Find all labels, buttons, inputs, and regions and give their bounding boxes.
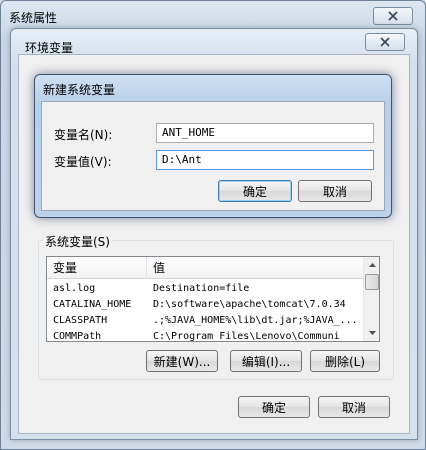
scroll-down-arrow-icon: [368, 331, 376, 335]
new-variable-button[interactable]: 新建(W)...: [146, 350, 218, 372]
dialog-ok-button[interactable]: 确定: [218, 180, 292, 202]
row-value: D:\software\apache\tomcat\7.0.34: [153, 299, 346, 310]
table-row[interactable]: CLASSPATH .;%JAVA_HOME%\lib\dt.jar;%JAVA…: [47, 313, 363, 329]
dialog-cancel-button[interactable]: 取消: [298, 180, 372, 202]
column-header-variable[interactable]: 变量: [47, 257, 147, 279]
variable-name-label: 变量名(N):: [54, 128, 113, 142]
scroll-down-button[interactable]: [364, 325, 379, 341]
cancel-button[interactable]: 取消: [318, 396, 390, 418]
close-icon: [388, 11, 398, 21]
table-row[interactable]: CATALINA_HOME D:\software\apache\tomcat\…: [47, 297, 363, 313]
table-row[interactable]: COMMPath C:\Program Files\Lenovo\Communi: [47, 329, 363, 342]
row-value: Destination=file: [153, 283, 250, 294]
list-header: 变量 值: [47, 257, 363, 279]
row-variable: CLASSPATH: [53, 315, 108, 326]
variable-name-input[interactable]: ANT_HOME: [156, 123, 374, 143]
system-variables-group-title: 系统变量(S): [43, 233, 112, 250]
table-row[interactable]: asl.log Destination=file: [47, 281, 363, 297]
row-value: .;%JAVA_HOME%\lib\dt.jar;%JAVA_...: [153, 315, 358, 326]
window-title: 系统属性: [9, 11, 58, 25]
close-button[interactable]: [365, 33, 405, 51]
ok-button[interactable]: 确定: [238, 396, 310, 418]
dialog-title: 新建系统变量: [43, 83, 116, 97]
row-variable: asl.log: [53, 283, 96, 294]
column-header-value[interactable]: 值: [147, 257, 363, 279]
variable-value-label: 变量值(V):: [54, 155, 112, 169]
delete-variable-button[interactable]: 删除(L): [310, 350, 380, 372]
row-value: C:\Program Files\Lenovo\Communi: [153, 331, 340, 342]
scrollbar-thumb[interactable]: [365, 274, 379, 290]
variable-value-input[interactable]: D:\Ant: [156, 150, 374, 170]
close-button[interactable]: [373, 7, 413, 25]
row-variable: COMMPath: [53, 331, 102, 342]
edit-variable-button[interactable]: 编辑(I)...: [230, 350, 302, 372]
row-variable: CATALINA_HOME: [53, 299, 132, 310]
scroll-up-arrow-icon: [368, 263, 376, 267]
system-variables-list[interactable]: 变量 值 asl.log Destination=file CATALINA_H…: [46, 256, 380, 342]
scroll-up-button[interactable]: [364, 257, 379, 273]
vertical-scrollbar[interactable]: [363, 257, 379, 341]
close-icon: [380, 37, 390, 47]
